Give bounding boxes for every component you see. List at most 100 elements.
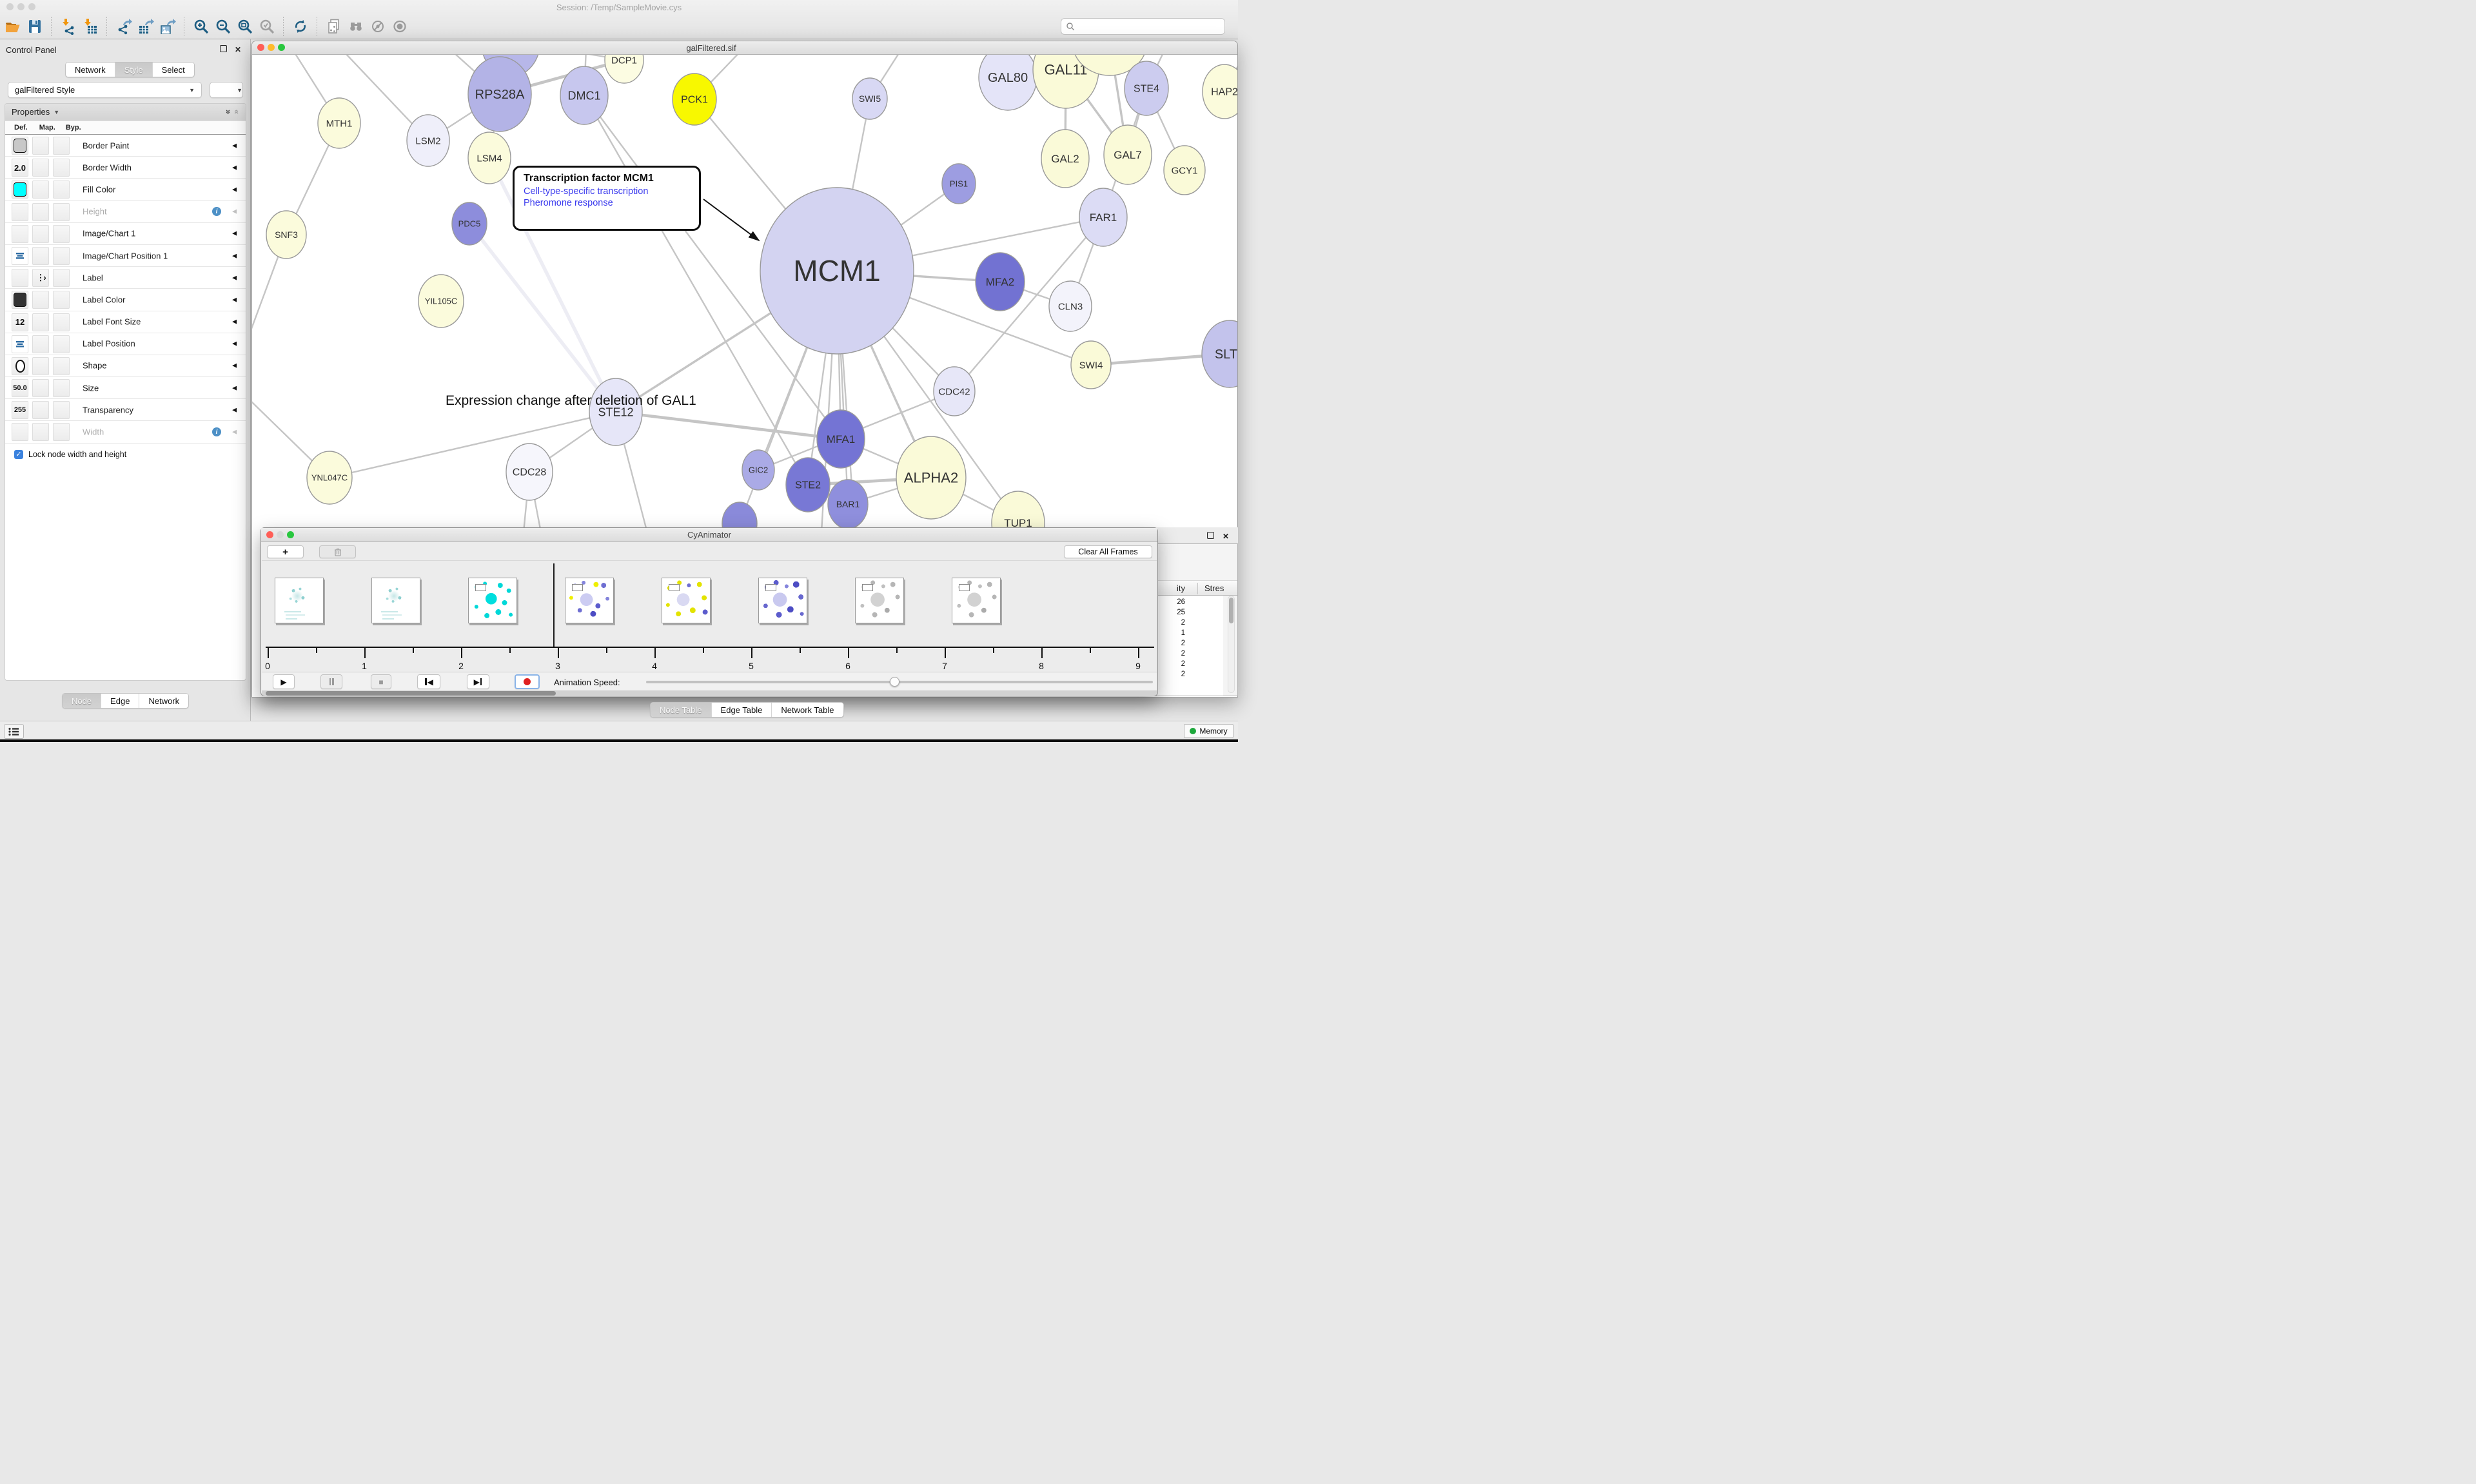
property-row-shape[interactable]: Shape◀ bbox=[5, 355, 246, 377]
import-network-icon[interactable] bbox=[59, 18, 77, 35]
property-row-border-width[interactable]: 2.0Border Width◀ bbox=[5, 157, 246, 179]
network-node-mth1[interactable]: MTH1 bbox=[318, 98, 360, 148]
property-row-height[interactable]: Heighti◀ bbox=[5, 201, 246, 223]
zoom-window-button[interactable] bbox=[278, 44, 285, 51]
import-table-icon[interactable] bbox=[81, 18, 99, 35]
style-options-button[interactable]: ▼ bbox=[210, 82, 243, 98]
float-table-panel-icon[interactable] bbox=[1207, 532, 1214, 539]
info-icon[interactable]: i bbox=[212, 207, 221, 216]
network-node-dcp1[interactable]: DCP1 bbox=[605, 55, 644, 83]
table-tab-node-table[interactable]: Node Table bbox=[651, 703, 711, 717]
network-node-lsm4[interactable]: LSM4 bbox=[468, 132, 511, 184]
expand-row-icon[interactable]: ◀ bbox=[232, 208, 237, 215]
network-node-bar1[interactable]: BAR1 bbox=[828, 480, 868, 529]
tab-style[interactable]: Style bbox=[115, 63, 152, 77]
def-value-cell[interactable] bbox=[12, 137, 28, 155]
close-panel-icon[interactable]: ✕ bbox=[235, 45, 241, 54]
expand-row-icon[interactable]: ◀ bbox=[232, 186, 237, 193]
annotation-link[interactable]: Pheromone response bbox=[524, 198, 690, 208]
scrollbar-thumb[interactable] bbox=[1229, 598, 1233, 623]
network-node-swi5[interactable]: SWI5 bbox=[852, 78, 887, 119]
def-value-cell[interactable] bbox=[12, 225, 28, 243]
network-node-hap2[interactable]: HAP2 bbox=[1203, 64, 1238, 119]
network-node-pis1[interactable]: PIS1 bbox=[942, 164, 976, 204]
table-tab-network-table[interactable]: Network Table bbox=[771, 703, 843, 717]
property-row-label-position[interactable]: Label Position◀ bbox=[5, 333, 246, 355]
network-node-cdc42[interactable]: CDC42 bbox=[934, 367, 975, 416]
network-node-swi4[interactable]: SWI4 bbox=[1071, 341, 1111, 389]
byp-value-cell[interactable] bbox=[53, 379, 70, 397]
style-tab-node[interactable]: Node bbox=[63, 694, 101, 708]
show-all-icon[interactable] bbox=[391, 18, 408, 35]
tab-network[interactable]: Network bbox=[66, 63, 115, 77]
refresh-view-icon[interactable] bbox=[291, 18, 309, 35]
expand-row-icon[interactable]: ◀ bbox=[232, 230, 237, 237]
skip-to-start-button[interactable]: ◀ bbox=[417, 674, 440, 689]
def-value-cell[interactable] bbox=[12, 335, 28, 353]
pause-button[interactable] bbox=[320, 674, 342, 689]
properties-header[interactable]: Properties ▼ »« bbox=[5, 104, 246, 121]
network-node-pdc5[interactable]: PDC5 bbox=[452, 202, 487, 245]
animation-frame-3s[interactable] bbox=[565, 578, 614, 623]
network-window-titlebar[interactable]: galFiltered.sif bbox=[252, 41, 1237, 55]
def-value-cell[interactable] bbox=[12, 269, 28, 287]
network-edge[interactable] bbox=[616, 412, 841, 439]
network-node-far1[interactable]: FAR1 bbox=[1079, 188, 1127, 246]
def-value-cell[interactable] bbox=[12, 423, 28, 441]
network-edge[interactable] bbox=[252, 235, 286, 396]
network-node-snf3[interactable]: SNF3 bbox=[266, 211, 306, 259]
expand-row-icon[interactable]: ◀ bbox=[232, 406, 237, 413]
property-row-border-paint[interactable]: Border Paint◀ bbox=[5, 135, 246, 157]
skip-to-end-button[interactable]: ▶ bbox=[467, 674, 489, 689]
network-node-mfa1[interactable]: MFA1 bbox=[817, 410, 865, 468]
property-row-label-color[interactable]: Label Color◀ bbox=[5, 289, 246, 311]
property-row-transparency[interactable]: 255Transparency◀ bbox=[5, 399, 246, 421]
search-input[interactable] bbox=[1075, 22, 1224, 32]
network-node-dmc1[interactable]: DMC1 bbox=[560, 66, 608, 124]
checkbox-checked-icon[interactable]: ✓ bbox=[14, 450, 23, 459]
first-neighbors-icon[interactable] bbox=[347, 18, 364, 35]
network-node-pck1[interactable]: PCK1 bbox=[673, 73, 716, 125]
map-value-cell[interactable] bbox=[32, 335, 49, 353]
annotation-link[interactable]: Cell-type-specific transcription bbox=[524, 186, 690, 197]
animation-frame-2s[interactable] bbox=[468, 578, 517, 623]
minimize-window-button[interactable] bbox=[268, 44, 275, 51]
lock-dimensions-row[interactable]: ✓ Lock node width and height bbox=[5, 444, 246, 465]
style-selector[interactable]: galFiltered Style ▼ bbox=[8, 82, 202, 98]
scrollbar-thumb[interactable] bbox=[266, 691, 556, 696]
animation-frame-1s[interactable] bbox=[371, 578, 420, 623]
network-node-yil105c[interactable]: YIL105C bbox=[418, 275, 464, 327]
network-caption[interactable]: Expression change after deletion of GAL1 bbox=[446, 393, 696, 409]
byp-value-cell[interactable] bbox=[53, 357, 70, 375]
cyanimator-titlebar[interactable]: CyAnimator bbox=[261, 528, 1157, 542]
network-node-gal2[interactable]: GAL2 bbox=[1041, 130, 1089, 188]
def-value-cell[interactable] bbox=[12, 181, 28, 199]
byp-value-cell[interactable] bbox=[53, 269, 70, 287]
property-row-label[interactable]: ⋮›Label◀ bbox=[5, 267, 246, 289]
map-value-cell[interactable] bbox=[32, 247, 49, 265]
expand-row-icon[interactable]: ◀ bbox=[232, 429, 237, 436]
network-node-mfa2[interactable]: MFA2 bbox=[976, 253, 1025, 311]
map-value-cell[interactable] bbox=[32, 137, 49, 155]
export-table-icon[interactable] bbox=[137, 18, 154, 35]
tab-select[interactable]: Select bbox=[152, 63, 194, 77]
animation-frame-7s[interactable] bbox=[952, 578, 1001, 623]
def-value-cell[interactable]: 255 bbox=[12, 401, 28, 419]
hide-selected-icon[interactable] bbox=[369, 18, 386, 35]
expand-row-icon[interactable]: ◀ bbox=[232, 340, 237, 347]
record-button[interactable] bbox=[515, 674, 540, 689]
open-session-icon[interactable] bbox=[4, 18, 21, 35]
byp-value-cell[interactable] bbox=[53, 137, 70, 155]
byp-value-cell[interactable] bbox=[53, 313, 70, 331]
zoom-fit-icon[interactable] bbox=[236, 18, 253, 35]
network-node-rps28a[interactable]: RPS28A bbox=[468, 57, 531, 132]
network-node-ste12[interactable]: STE12 bbox=[589, 378, 642, 445]
close-table-panel-icon[interactable]: ✕ bbox=[1223, 532, 1229, 541]
animation-speed-slider[interactable] bbox=[646, 681, 1153, 683]
map-value-cell[interactable] bbox=[32, 225, 49, 243]
network-node-mcm1[interactable]: MCM1 bbox=[760, 188, 914, 354]
task-history-button[interactable] bbox=[4, 724, 24, 739]
def-value-cell[interactable]: 50.0 bbox=[12, 379, 28, 397]
def-value-cell[interactable]: 12 bbox=[12, 313, 28, 331]
byp-value-cell[interactable] bbox=[53, 203, 70, 221]
